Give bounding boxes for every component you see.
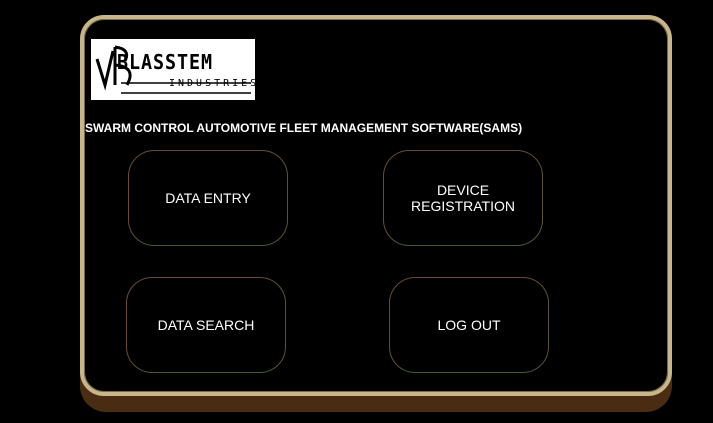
page: BLASSTEM INDUSTRIES SWARM CONTROL AUTOMO…	[0, 0, 713, 423]
log-out-button[interactable]: LOG OUT	[389, 277, 549, 373]
app-title: SWARM CONTROL AUTOMOTIVE FLEET MANAGEMEN…	[85, 121, 523, 135]
log-out-label: LOG OUT	[437, 317, 501, 333]
device-registration-button[interactable]: DEVICE REGISTRATION	[383, 150, 543, 246]
data-entry-label: DATA ENTRY	[165, 190, 251, 206]
device-registration-label: DEVICE REGISTRATION	[411, 182, 515, 214]
data-entry-button[interactable]: DATA ENTRY	[128, 150, 288, 246]
data-search-label: DATA SEARCH	[157, 317, 255, 333]
logo-brand-bottom: INDUSTRIES	[169, 78, 260, 89]
data-search-button[interactable]: DATA SEARCH	[126, 277, 286, 373]
logo-brand-top: BLASSTEM	[117, 50, 213, 74]
company-logo: BLASSTEM INDUSTRIES	[91, 39, 256, 100]
